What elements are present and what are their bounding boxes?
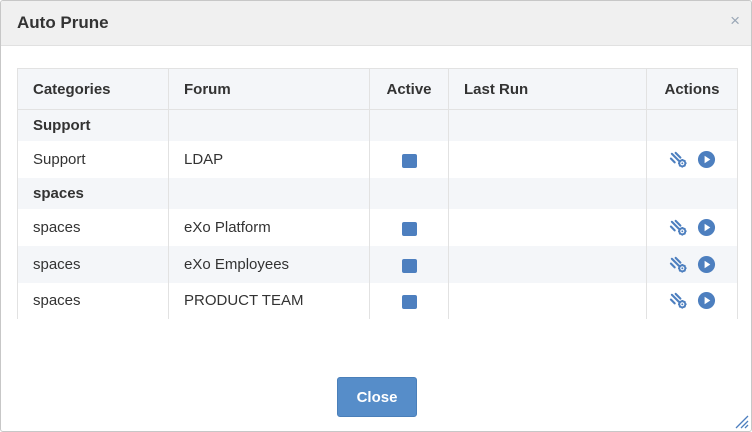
group-name: Support: [17, 109, 169, 141]
prune-settings-icon[interactable]: [668, 149, 688, 169]
table-row: spaces eXo Employees: [17, 245, 738, 283]
row-last-run: [448, 282, 647, 319]
run-icon[interactable]: [696, 254, 716, 274]
column-header-forum: Forum: [168, 68, 370, 110]
prune-settings-icon[interactable]: [668, 254, 688, 274]
active-checkbox[interactable]: [401, 258, 417, 273]
run-icon[interactable]: [696, 149, 716, 169]
row-category: spaces: [17, 208, 169, 246]
prune-settings-icon[interactable]: [668, 217, 688, 237]
row-last-run: [448, 208, 647, 246]
row-forum: eXo Employees: [168, 245, 370, 283]
column-header-categories: Categories: [17, 68, 169, 110]
row-actions: [662, 217, 722, 237]
row-category: spaces: [17, 282, 169, 319]
row-forum: PRODUCT TEAM: [168, 282, 370, 319]
row-last-run: [448, 140, 647, 178]
table-row: Support LDAP: [17, 140, 738, 178]
row-forum: eXo Platform: [168, 208, 370, 246]
active-checkbox[interactable]: [401, 221, 417, 236]
row-actions: [662, 254, 722, 274]
column-header-active: Active: [369, 68, 449, 110]
row-last-run: [448, 245, 647, 283]
dialog-header: Auto Prune ×: [1, 1, 751, 46]
table-row: spaces eXo Platform: [17, 208, 738, 246]
active-checkbox[interactable]: [401, 153, 417, 168]
group-row: spaces: [17, 177, 738, 209]
table-header-row: Categories Forum Active Last Run Actions: [17, 68, 738, 110]
prune-settings-icon[interactable]: [668, 291, 688, 311]
run-icon[interactable]: [696, 291, 716, 311]
close-button[interactable]: Close: [337, 377, 417, 417]
row-forum: LDAP: [168, 140, 370, 178]
close-icon[interactable]: ×: [730, 11, 740, 31]
row-actions: [662, 149, 722, 169]
group-name: spaces: [17, 177, 169, 209]
auto-prune-dialog: Auto Prune × Categories Forum Active Las…: [0, 0, 752, 432]
active-checkbox[interactable]: [401, 295, 417, 310]
column-header-last-run: Last Run: [448, 68, 647, 110]
run-icon[interactable]: [696, 217, 716, 237]
column-header-actions: Actions: [646, 68, 738, 110]
group-row: Support: [17, 109, 738, 141]
table-row: spaces PRODUCT TEAM: [17, 282, 738, 319]
row-actions: [662, 291, 722, 311]
resize-handle-icon[interactable]: [733, 413, 749, 429]
prune-table: Categories Forum Active Last Run Actions…: [17, 68, 738, 319]
dialog-title: Auto Prune: [17, 13, 109, 32]
row-category: Support: [17, 140, 169, 178]
row-category: spaces: [17, 245, 169, 283]
